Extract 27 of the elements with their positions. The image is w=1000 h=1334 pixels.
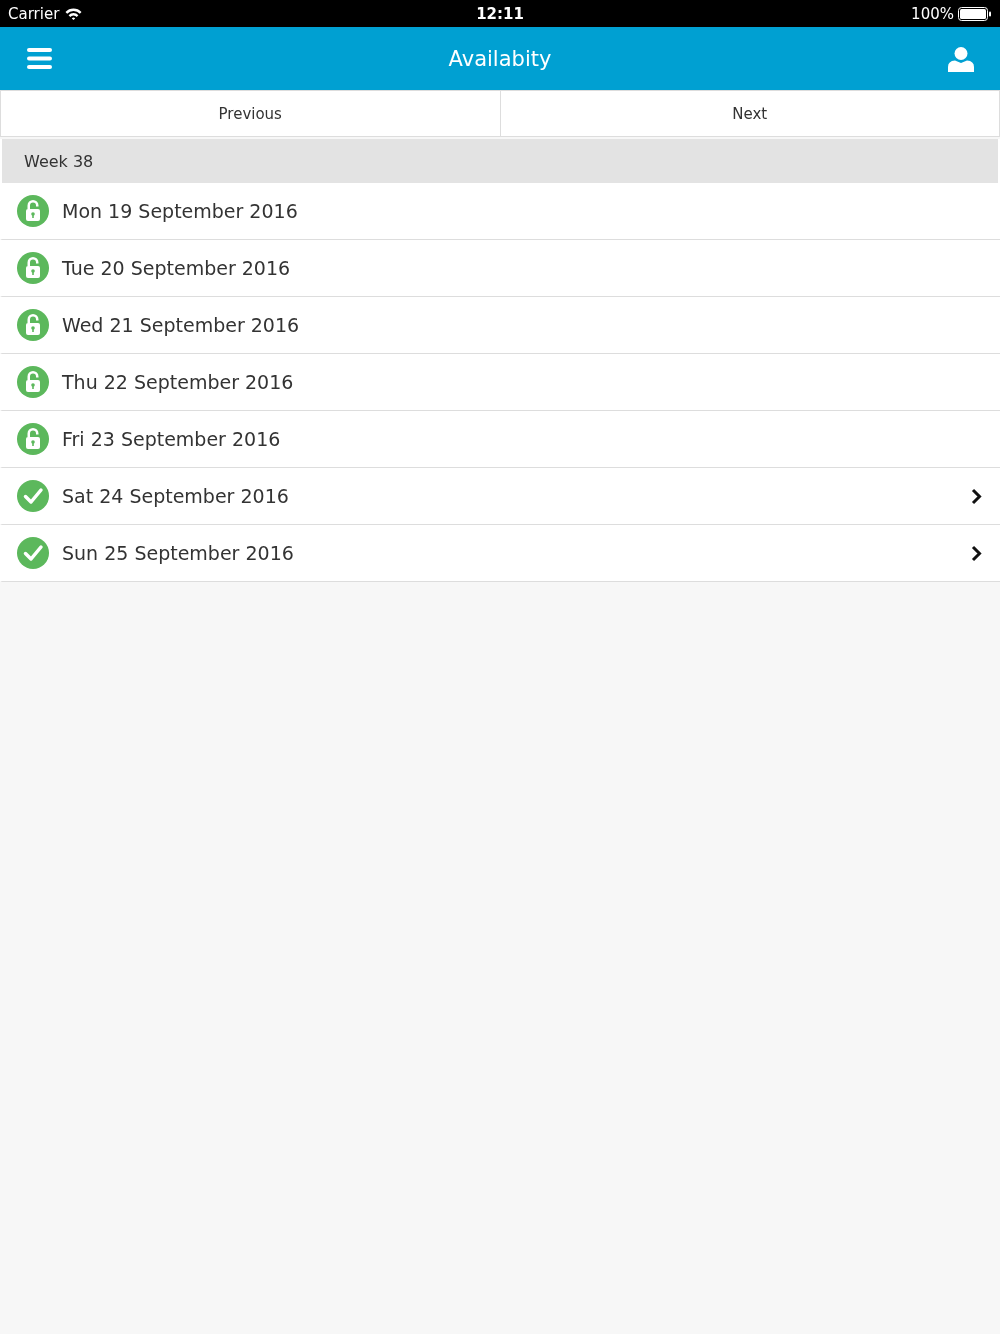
day-label: Wed 21 September 2016 [62,314,301,336]
day-row[interactable]: Sun 25 September 2016 [0,525,1000,582]
user-icon[interactable] [948,45,974,72]
day-label: Thu 22 September 2016 [62,371,295,393]
day-label: Sat 24 September 2016 [62,485,290,507]
day-row[interactable]: Thu 22 September 2016 [0,354,1000,411]
chevron-right-icon [971,487,982,505]
chevron-right-icon [971,544,982,562]
clock-time: 12:11 [476,4,524,23]
day-label: Fri 23 September 2016 [62,428,282,450]
wifi-icon [65,7,83,20]
day-row[interactable]: Mon 19 September 2016 [0,183,1000,240]
day-label: Sun 25 September 2016 [62,542,295,564]
day-row[interactable]: Tue 20 September 2016 [0,240,1000,297]
day-label: Mon 19 September 2016 [62,200,299,222]
day-row[interactable]: Fri 23 September 2016 [0,411,1000,468]
battery-percentage: 100% [911,4,954,23]
day-row[interactable]: Wed 21 September 2016 [0,297,1000,354]
screen-title: Availabity [448,46,552,71]
week-label: Week 38 [24,151,94,171]
battery-icon [958,6,992,21]
day-label: Tue 20 September 2016 [62,257,292,279]
menu-icon[interactable] [27,48,52,69]
day-row[interactable]: Sat 24 September 2016 [0,468,1000,525]
carrier-label: Carrier [8,4,60,23]
next-button[interactable]: Next [500,90,1000,136]
previous-button[interactable]: Previous [0,90,501,136]
